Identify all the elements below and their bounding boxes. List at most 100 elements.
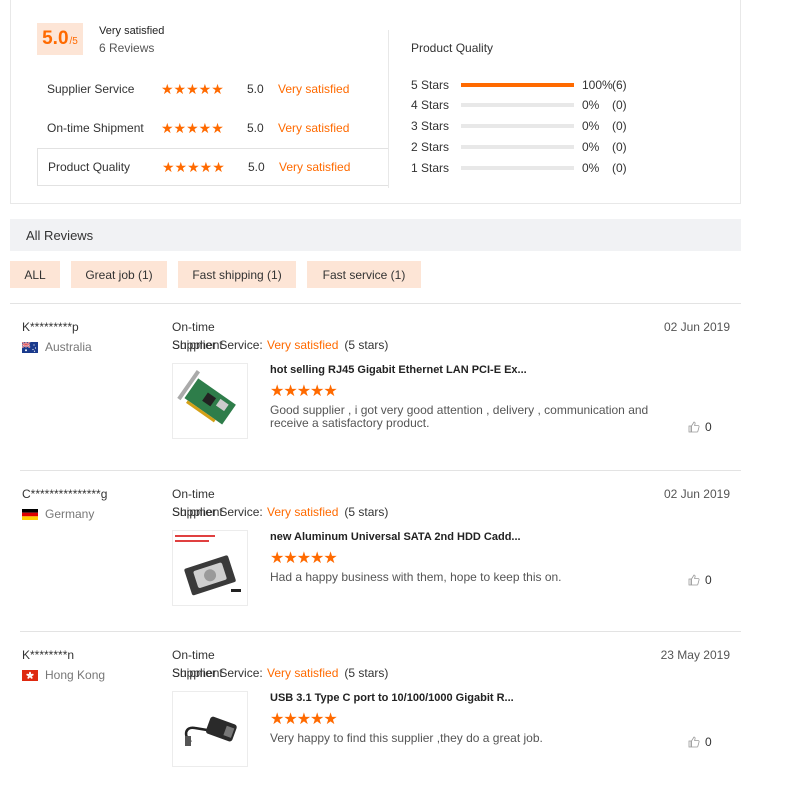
service-stars-text: (5 stars) bbox=[344, 505, 389, 519]
distribution-bar bbox=[461, 124, 574, 128]
service-status: Very satisfied bbox=[267, 666, 339, 680]
distribution-bar bbox=[461, 145, 574, 149]
distribution-count: (0) bbox=[612, 98, 627, 112]
overall-score-badge: 5.0 /5 bbox=[37, 23, 83, 55]
country-name: Australia bbox=[45, 340, 92, 354]
distribution-count: (0) bbox=[612, 161, 627, 175]
product-rating-stars-icon: ★★★★★ bbox=[270, 711, 338, 728]
distribution-bar bbox=[461, 166, 574, 170]
australia-flag-icon bbox=[22, 341, 38, 353]
metric-score: 5.0 bbox=[247, 121, 264, 135]
distribution-row: 1 Stars 0% (0) bbox=[411, 158, 642, 178]
ontime-label: On-time bbox=[172, 487, 215, 501]
overall-score: 5.0 bbox=[42, 28, 69, 49]
metric-status: Very satisfied bbox=[278, 82, 350, 96]
distribution-label: 3 Stars bbox=[411, 119, 450, 133]
review-date: 02 Jun 2019 bbox=[663, 487, 730, 501]
metric-status: Very satisfied bbox=[278, 121, 350, 135]
distribution-percent: 0% bbox=[582, 161, 600, 175]
germany-flag-icon bbox=[22, 508, 38, 520]
summary-divider bbox=[388, 30, 389, 188]
distribution-label: 1 Stars bbox=[411, 161, 450, 175]
service-rating: Shipment Supplier Service: Very satisfie… bbox=[172, 338, 388, 352]
distribution-percent: 0% bbox=[582, 98, 600, 112]
review-item: K********n Hong Kong On-time Shipment Su… bbox=[0, 631, 800, 791]
distribution-percent: 0% bbox=[582, 140, 600, 154]
reviewer-country: Hong Kong bbox=[22, 668, 105, 682]
star-rating-icon: ★★★★★ bbox=[161, 119, 224, 136]
thumbs-up-icon bbox=[688, 736, 700, 748]
review-item: K*********p Australia On-time Shipment S… bbox=[0, 303, 800, 463]
distribution-row: 3 Stars 0% (0) bbox=[411, 116, 642, 136]
distribution-row: 5 Stars 100% (6) bbox=[411, 75, 642, 95]
supplier-service-label: Supplier Service: bbox=[172, 666, 263, 680]
like-count: 0 bbox=[705, 573, 712, 587]
service-label-overlap: Shipment Supplier Service: bbox=[172, 338, 266, 352]
reviewer-name: K*********p bbox=[22, 320, 79, 334]
service-status: Very satisfied bbox=[267, 505, 339, 519]
metric-label: On-time Shipment bbox=[47, 121, 144, 135]
product-rating-stars-icon: ★★★★★ bbox=[270, 550, 338, 567]
product-title[interactable]: new Aluminum Universal SATA 2nd HDD Cadd… bbox=[270, 531, 521, 543]
like-button[interactable]: 0 bbox=[688, 735, 712, 749]
like-button[interactable]: 0 bbox=[688, 420, 712, 434]
country-name: Hong Kong bbox=[45, 668, 106, 682]
service-label-overlap: Shipment Supplier Service: bbox=[172, 505, 266, 519]
ontime-label: On-time bbox=[172, 320, 215, 334]
thumbs-up-icon bbox=[688, 574, 700, 586]
metric-product-quality[interactable]: Product Quality ★★★★★ 5.0 Very satisfied bbox=[37, 148, 388, 186]
distribution-percent: 0% bbox=[582, 119, 600, 133]
metric-score: 5.0 bbox=[248, 160, 265, 174]
supplier-service-label: Supplier Service: bbox=[172, 505, 263, 519]
reviewer-name: C***************g bbox=[22, 487, 108, 501]
review-date: 23 May 2019 bbox=[660, 648, 730, 662]
rating-summary: 5.0 /5 Very satisfied 6 Reviews Supplier… bbox=[10, 0, 741, 204]
all-reviews-title: All Reviews bbox=[26, 227, 94, 243]
like-count: 0 bbox=[705, 735, 712, 749]
product-thumbnail[interactable] bbox=[172, 363, 248, 439]
overall-score-denominator: /5 bbox=[69, 36, 78, 47]
review-filters: ALL Great job (1) Fast shipping (1) Fast… bbox=[10, 261, 432, 288]
metric-status: Very satisfied bbox=[279, 160, 351, 174]
distribution-row: 2 Stars 0% (0) bbox=[411, 137, 642, 157]
filter-great-job-button[interactable]: Great job (1) bbox=[71, 261, 167, 288]
all-reviews-header: All Reviews bbox=[10, 219, 741, 251]
pcie-card-image bbox=[177, 370, 236, 425]
supplier-service-label: Supplier Service: bbox=[172, 338, 263, 352]
like-button[interactable]: 0 bbox=[688, 573, 712, 587]
hdd-caddy-image bbox=[175, 535, 241, 596]
product-thumbnail[interactable] bbox=[172, 691, 248, 767]
distribution-count: (0) bbox=[612, 140, 627, 154]
distribution-bar bbox=[461, 83, 574, 87]
product-title[interactable]: hot selling RJ45 Gigabit Ethernet LAN PC… bbox=[270, 364, 527, 376]
distribution-title: Product Quality bbox=[411, 41, 494, 55]
product-title[interactable]: USB 3.1 Type C port to 10/100/1000 Gigab… bbox=[270, 692, 514, 704]
review-text: Had a happy business with them, hope to … bbox=[270, 570, 562, 584]
hong-kong-flag-icon bbox=[22, 669, 38, 681]
service-label-overlap: Shipment Supplier Service: bbox=[172, 666, 266, 680]
distribution-count: (6) bbox=[612, 78, 627, 92]
filter-fast-shipping-button[interactable]: Fast shipping (1) bbox=[178, 261, 296, 288]
filter-all-button[interactable]: ALL bbox=[10, 261, 60, 288]
overall-rating-text: Very satisfied bbox=[99, 25, 165, 37]
star-rating-icon: ★★★★★ bbox=[161, 80, 224, 97]
service-status: Very satisfied bbox=[267, 338, 339, 352]
review-count: 6 Reviews bbox=[99, 41, 155, 55]
review-text: Good supplier , i got very good attentio… bbox=[270, 403, 649, 430]
metric-label: Supplier Service bbox=[47, 82, 135, 96]
service-rating: Shipment Supplier Service: Very satisfie… bbox=[172, 505, 388, 519]
product-rating-stars-icon: ★★★★★ bbox=[270, 383, 338, 400]
filter-fast-service-button[interactable]: Fast service (1) bbox=[307, 261, 421, 288]
metric-label: Product Quality bbox=[48, 160, 131, 174]
reviewer-country: Germany bbox=[22, 507, 94, 521]
metric-ontime-shipment[interactable]: On-time Shipment ★★★★★ 5.0 Very satisfie… bbox=[37, 109, 388, 147]
reviewer-country: Australia bbox=[22, 340, 92, 354]
review-text: Very happy to find this supplier ,they d… bbox=[270, 731, 543, 745]
metric-supplier-service[interactable]: Supplier Service ★★★★★ 5.0 Very satisfie… bbox=[37, 70, 388, 108]
distribution-label: 4 Stars bbox=[411, 98, 450, 112]
review-date: 02 Jun 2019 bbox=[663, 320, 730, 334]
product-thumbnail[interactable] bbox=[172, 530, 248, 606]
review-item: C***************g Germany On-time Shipme… bbox=[0, 470, 800, 630]
service-rating: Shipment Supplier Service: Very satisfie… bbox=[172, 666, 388, 680]
reviewer-name: K********n bbox=[22, 648, 75, 662]
